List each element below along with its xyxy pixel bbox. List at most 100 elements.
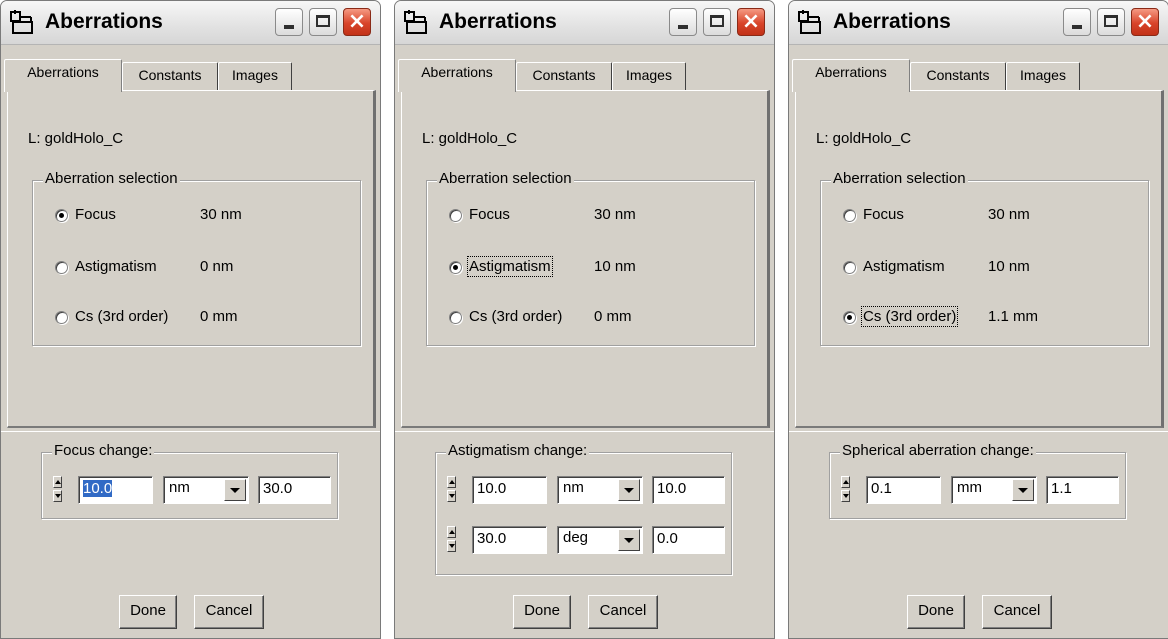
tab-aberrations[interactable]: Aberrations xyxy=(398,59,516,92)
angle-unit-select[interactable]: deg xyxy=(557,526,643,554)
focus-label[interactable]: Focus xyxy=(75,206,116,223)
spin-down-button[interactable] xyxy=(447,490,456,502)
spin-down-button[interactable] xyxy=(53,490,62,502)
unit-select[interactable]: nm xyxy=(163,476,249,504)
astigmatism-radio[interactable] xyxy=(843,261,856,274)
window-title: Aberrations xyxy=(45,10,163,33)
file-label: L: goldHolo_C xyxy=(422,130,518,147)
angle-step-input[interactable]: 30.0 xyxy=(472,526,547,554)
tab-constants[interactable]: Constants xyxy=(516,62,612,90)
aberrations-tab-panel: L: goldHolo_C Aberration selection Focus… xyxy=(795,90,1164,428)
cancel-button[interactable]: Cancel xyxy=(588,595,658,629)
astigmatism-label[interactable]: Astigmatism xyxy=(75,258,157,275)
group-title: Aberration selection xyxy=(437,170,574,187)
step-input[interactable]: 0.1 xyxy=(866,476,941,504)
cancel-button[interactable]: Cancel xyxy=(982,595,1052,629)
aberrations-tab-panel: L: goldHolo_C Aberration selection Focus… xyxy=(401,90,770,428)
focus-radio[interactable] xyxy=(843,209,856,222)
tab-images[interactable]: Images xyxy=(218,62,292,90)
done-button[interactable]: Done xyxy=(907,595,965,629)
maximize-button[interactable] xyxy=(703,8,731,36)
focus-radio[interactable] xyxy=(55,209,68,222)
focus-label[interactable]: Focus xyxy=(863,206,904,223)
aberrations-tab-panel: L: goldHolo_C Aberration selection Focus… xyxy=(7,90,376,428)
change-title: Focus change: xyxy=(52,442,155,459)
value-input[interactable]: 1.1 xyxy=(1046,476,1119,504)
unit-select[interactable]: mm xyxy=(951,476,1037,504)
maximize-button[interactable] xyxy=(1097,8,1125,36)
angle-value-input[interactable]: 0.0 xyxy=(652,526,725,554)
cs-label[interactable]: Cs (3rd order) xyxy=(469,308,562,325)
aberration-selection-group: Aberration selection Focus 30 nm Astigma… xyxy=(820,170,1149,346)
focus-value: 30 nm xyxy=(988,206,1030,223)
maximize-button[interactable] xyxy=(309,8,337,36)
cs-radio[interactable] xyxy=(449,311,462,324)
focus-label[interactable]: Focus xyxy=(469,206,510,223)
astigmatism-radio[interactable] xyxy=(55,261,68,274)
astigmatism-radio[interactable] xyxy=(449,261,462,274)
close-button[interactable]: × xyxy=(343,8,371,36)
tab-images[interactable]: Images xyxy=(612,62,686,90)
title-bar[interactable]: Aberrations × xyxy=(395,1,774,45)
focus-value: 30 nm xyxy=(594,206,636,223)
dropdown-arrow-icon[interactable] xyxy=(224,479,246,501)
window-title: Aberrations xyxy=(439,10,557,33)
angle-spin-down-button[interactable] xyxy=(447,540,456,552)
step-input[interactable]: 10.0 xyxy=(472,476,547,504)
astigmatism-label[interactable]: Astigmatism xyxy=(467,256,553,277)
minimize-button[interactable] xyxy=(1063,8,1091,36)
value-input[interactable]: 10.0 xyxy=(652,476,725,504)
angle-spin-up-button[interactable] xyxy=(447,526,456,538)
done-button[interactable]: Done xyxy=(119,595,177,629)
group-title: Aberration selection xyxy=(831,170,968,187)
astigmatism-value: 10 nm xyxy=(594,258,636,275)
dropdown-arrow-icon[interactable] xyxy=(618,479,640,501)
change-panel: Focus change: 10.0 nm 30.0 Done Cancel xyxy=(1,431,380,638)
tab-constants[interactable]: Constants xyxy=(122,62,218,90)
tab-constants[interactable]: Constants xyxy=(910,62,1006,90)
value-input[interactable]: 30.0 xyxy=(258,476,331,504)
dropdown-arrow-icon[interactable] xyxy=(1012,479,1034,501)
astigmatism-value: 10 nm xyxy=(988,258,1030,275)
focus-value: 30 nm xyxy=(200,206,242,223)
spin-down-button[interactable] xyxy=(841,490,850,502)
change-group: Focus change: 10.0 nm 30.0 xyxy=(41,442,338,519)
change-panel: Spherical aberration change: 0.1 mm 1.1 … xyxy=(789,431,1168,638)
aberrations-window-spherical: Aberrations × Aberrations Constants Imag… xyxy=(788,0,1168,639)
spin-up-button[interactable] xyxy=(841,476,850,488)
minimize-button[interactable] xyxy=(669,8,697,36)
cs-radio[interactable] xyxy=(843,311,856,324)
cs-radio[interactable] xyxy=(55,311,68,324)
title-bar[interactable]: Aberrations × xyxy=(1,1,380,45)
minimize-button[interactable] xyxy=(275,8,303,36)
done-button[interactable]: Done xyxy=(513,595,571,629)
app-icon[interactable] xyxy=(9,9,35,35)
aberration-selection-group: Aberration selection Focus 30 nm Astigma… xyxy=(32,170,361,346)
tab-images[interactable]: Images xyxy=(1006,62,1080,90)
step-input[interactable]: 10.0 xyxy=(78,476,153,504)
spin-up-button[interactable] xyxy=(53,476,62,488)
aberrations-window-focus: Aberrations × Aberrations Constants Imag… xyxy=(0,0,381,639)
cancel-button[interactable]: Cancel xyxy=(194,595,264,629)
cs-label[interactable]: Cs (3rd order) xyxy=(860,306,959,327)
cs-label[interactable]: Cs (3rd order) xyxy=(75,308,168,325)
group-title: Aberration selection xyxy=(43,170,180,187)
change-title: Astigmatism change: xyxy=(446,442,590,459)
app-icon[interactable] xyxy=(403,9,429,35)
focus-radio[interactable] xyxy=(449,209,462,222)
close-button[interactable]: × xyxy=(737,8,765,36)
dropdown-arrow-icon[interactable] xyxy=(618,529,640,551)
cs-value: 0 mm xyxy=(200,308,238,325)
astigmatism-value: 0 nm xyxy=(200,258,234,275)
aberrations-window-astigmatism: Aberrations × Aberrations Constants Imag… xyxy=(394,0,775,639)
tab-aberrations[interactable]: Aberrations xyxy=(792,59,910,92)
unit-select[interactable]: nm xyxy=(557,476,643,504)
spin-up-button[interactable] xyxy=(447,476,456,488)
astigmatism-label[interactable]: Astigmatism xyxy=(863,258,945,275)
title-bar[interactable]: Aberrations × xyxy=(789,1,1168,45)
file-label: L: goldHolo_C xyxy=(28,130,124,147)
close-button[interactable]: × xyxy=(1131,8,1159,36)
change-group: Astigmatism change: 10.0 nm 10.0 30.0 de… xyxy=(435,442,732,575)
app-icon[interactable] xyxy=(797,9,823,35)
tab-aberrations[interactable]: Aberrations xyxy=(4,59,122,92)
